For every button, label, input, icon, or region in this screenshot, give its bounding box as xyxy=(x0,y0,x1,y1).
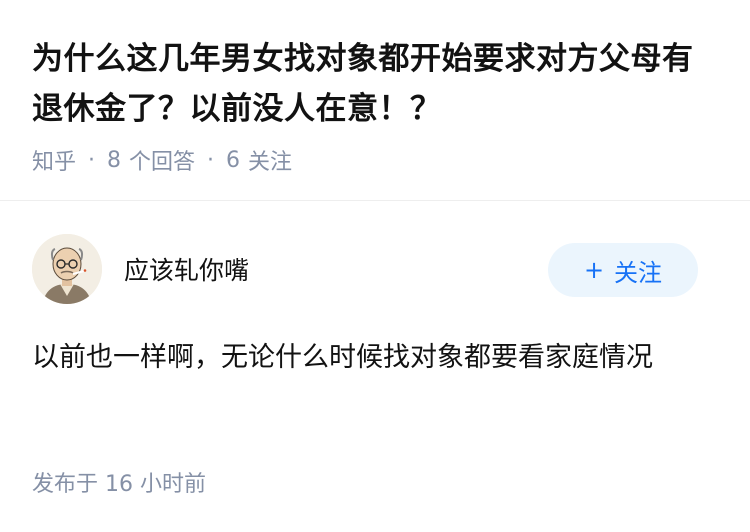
follow-button[interactable]: + 关注 xyxy=(548,243,698,297)
question-meta: 知乎 · 8 个回答 · 6 关注 xyxy=(32,144,722,176)
meta-separator: · xyxy=(207,147,215,173)
answer-header: 应该轧你嘴 + 关注 xyxy=(32,234,698,306)
follow-button-label: 关注 xyxy=(614,258,663,287)
source-label[interactable]: 知乎 xyxy=(32,144,76,176)
meta-separator: · xyxy=(88,147,96,173)
author-name[interactable]: 应该轧你嘴 xyxy=(124,251,249,287)
avatar[interactable] xyxy=(32,234,102,304)
question-section: 为什么这几年男女找对象都开始要求对方父母有退休金了？以前没人在意！？ 知乎 · … xyxy=(32,34,722,176)
answer-count-label[interactable]: 个回答 xyxy=(129,144,195,176)
answer-content[interactable]: 以前也一样啊，无论什么时候找对象都要看家庭情况 xyxy=(32,334,718,382)
answer-count: 8 xyxy=(107,147,122,173)
publish-time: 发布于 16 小时前 xyxy=(32,466,206,498)
publish-prefix: 发布于 xyxy=(32,472,99,497)
avatar-illustration-icon xyxy=(32,234,102,304)
follower-count: 6 xyxy=(226,147,241,173)
publish-time-value: 16 小时前 xyxy=(105,472,207,497)
plus-icon: + xyxy=(583,256,605,284)
section-divider xyxy=(0,200,750,201)
question-title[interactable]: 为什么这几年男女找对象都开始要求对方父母有退休金了？以前没人在意！？ xyxy=(32,34,722,134)
follower-count-label: 关注 xyxy=(248,150,293,175)
